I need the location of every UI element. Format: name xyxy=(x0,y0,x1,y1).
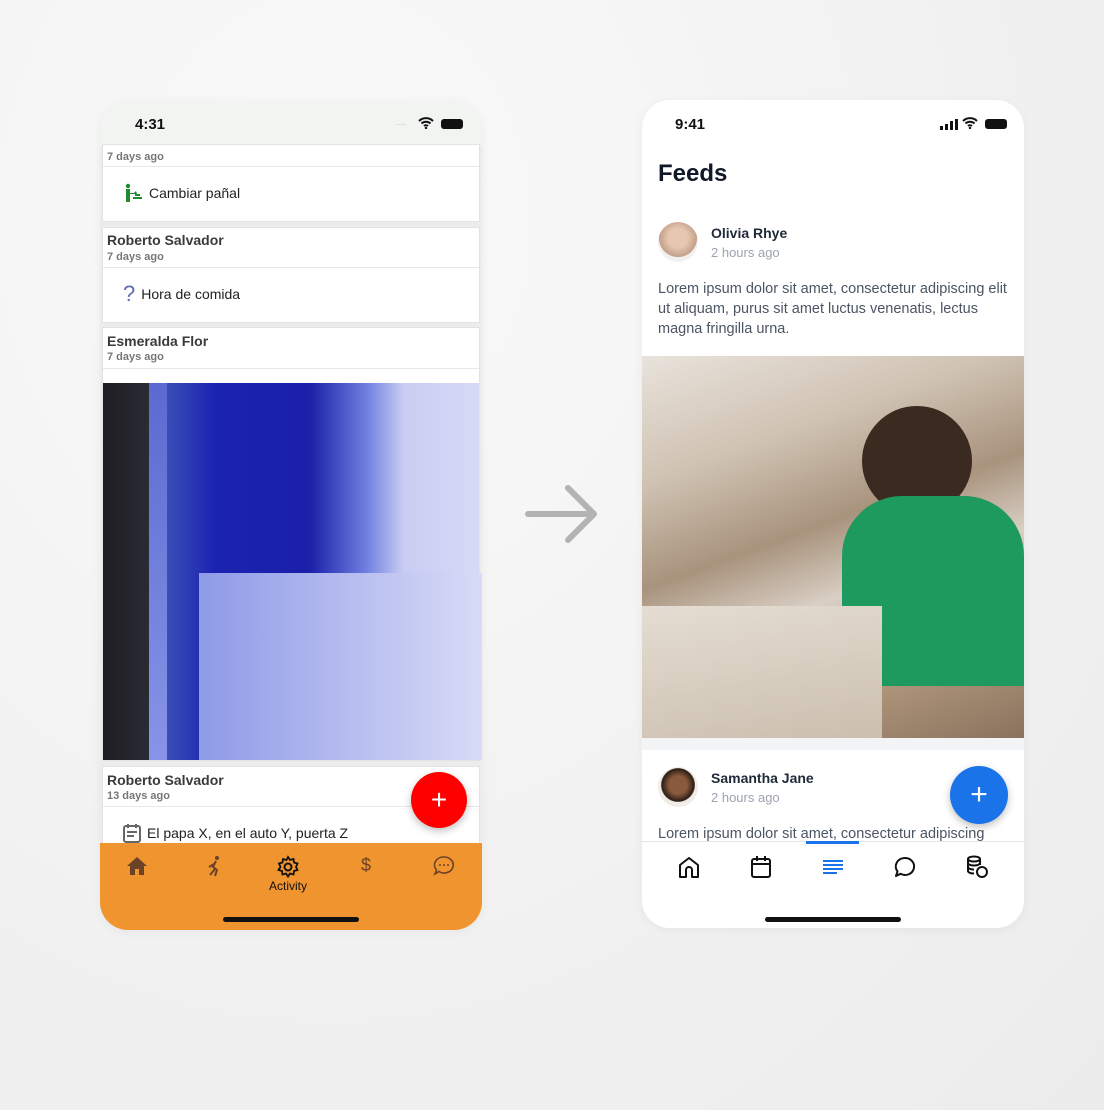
post-text: Lorem ipsum dolor sit amet, consectetur … xyxy=(658,281,1007,337)
signal-icon xyxy=(940,119,958,130)
active-tab-indicator xyxy=(806,841,859,844)
card-author: Esmeralda Flor xyxy=(107,333,209,349)
status-bar: 4:31 ···· xyxy=(100,100,482,146)
bottom-tab-bar: Activity $ xyxy=(100,843,482,930)
calendar-icon[interactable] xyxy=(749,855,773,879)
dollar-icon: $ xyxy=(361,855,372,875)
add-button[interactable]: + xyxy=(950,766,1008,824)
avatar[interactable] xyxy=(658,767,698,807)
activity-card[interactable]: Roberto Salvador 7 days ago ? Hora de co… xyxy=(102,227,480,323)
page-title: Feeds xyxy=(658,160,728,187)
signal-icon: ···· xyxy=(396,120,407,129)
chat-bubble-icon[interactable] xyxy=(893,855,917,879)
post-author[interactable]: Samantha Jane xyxy=(711,770,814,786)
home-indicator xyxy=(223,917,359,922)
card-date: 7 days ago xyxy=(107,151,164,163)
activity-card[interactable]: 7 days ago Cambiar pañal xyxy=(102,144,480,222)
tab-home[interactable] xyxy=(126,855,148,877)
coins-icon[interactable] xyxy=(965,855,989,879)
feed-lines-icon[interactable] xyxy=(821,855,845,879)
post-time: 2 hours ago xyxy=(711,245,780,260)
add-button[interactable]: + xyxy=(411,772,467,828)
chat-icon xyxy=(433,856,455,876)
gear-icon xyxy=(277,855,299,879)
post-author[interactable]: Olivia Rhye xyxy=(711,225,787,241)
post-photo[interactable] xyxy=(642,356,1024,738)
before-phone: 4:31 ···· 7 days ago Cambiar pañal Rober… xyxy=(100,100,482,930)
arrow-right-icon xyxy=(525,485,597,543)
tab-payments[interactable]: $ xyxy=(361,855,371,876)
tab-activities[interactable] xyxy=(204,855,226,877)
wifi-icon xyxy=(962,117,978,129)
baby-changing-icon xyxy=(125,183,142,202)
tab-activity[interactable]: Activity xyxy=(269,855,307,893)
battery-icon xyxy=(441,119,463,129)
home-indicator xyxy=(765,917,901,922)
post-text: Lorem ipsum dolor sit amet, consectetur … xyxy=(658,826,985,841)
home-icon xyxy=(127,857,147,875)
battery-icon xyxy=(985,119,1007,129)
photo-card[interactable]: Esmeralda Flor 7 days ago xyxy=(102,327,482,761)
post-time: 2 hours ago xyxy=(711,790,780,805)
activity-runner-icon xyxy=(208,856,219,877)
post-divider xyxy=(642,738,1024,750)
card-author: Roberto Salvador xyxy=(107,232,224,248)
activity-row: El papa X, en el auto Y, puerta Z xyxy=(123,823,348,843)
activity-photo[interactable] xyxy=(103,383,482,760)
activity-text: Cambiar pañal xyxy=(149,185,241,201)
activity-row: ? Hora de comida xyxy=(123,281,241,306)
wifi-icon xyxy=(418,117,434,129)
calendar-note-icon xyxy=(123,824,141,843)
card-date: 7 days ago xyxy=(107,351,164,363)
status-time: 4:31 xyxy=(135,116,166,133)
question-icon: ? xyxy=(123,281,136,306)
tab-label: Activity xyxy=(269,879,308,893)
activity-row: Cambiar pañal xyxy=(123,183,240,203)
card-date: 13 days ago xyxy=(107,790,170,802)
activity-text: Hora de comida xyxy=(141,286,241,302)
avatar[interactable] xyxy=(658,222,698,262)
status-time: 9:41 xyxy=(675,116,706,133)
card-author: Roberto Salvador xyxy=(107,772,224,788)
tab-messages[interactable] xyxy=(433,855,455,877)
after-phone: 9:41 Feeds Olivia Rhye 2 hours ago Lorem… xyxy=(642,100,1024,928)
card-date: 7 days ago xyxy=(107,251,164,263)
activity-text: El papa X, en el auto Y, puerta Z xyxy=(147,825,349,841)
home-icon[interactable] xyxy=(677,855,701,879)
